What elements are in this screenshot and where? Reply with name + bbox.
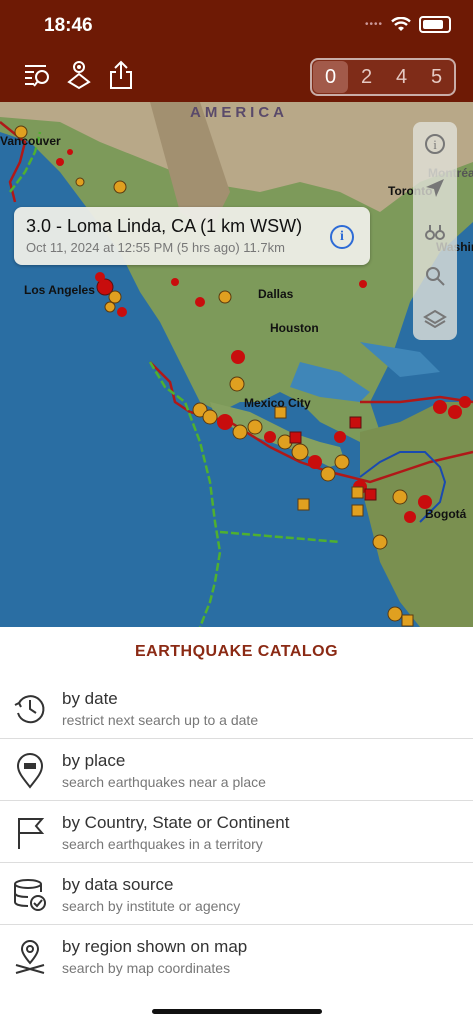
catalog-row-by-date[interactable]: by date restrict next search up to a dat…: [0, 677, 473, 739]
map-location-button[interactable]: [413, 170, 457, 206]
catalog-row-by-data-source[interactable]: by data source search by institute or ag…: [0, 863, 473, 925]
row-title: by region shown on map: [62, 937, 248, 956]
map-search-button[interactable]: [413, 258, 457, 294]
map-terrain: [0, 102, 473, 627]
binoculars-icon: [425, 225, 445, 240]
locator-icon[interactable]: [64, 60, 94, 90]
status-time: 18:46: [44, 15, 93, 36]
signal-icon: ••••: [364, 19, 383, 30]
top-bar: 18:46 •••• 0 2 4 5: [0, 0, 473, 102]
earthquake-callout[interactable]: 3.0 - Loma Linda, CA (1 km WSW) Oct 11, …: [14, 207, 370, 265]
city-dallas: Dallas: [258, 287, 294, 301]
map-layers-button[interactable]: [413, 302, 457, 338]
city-mexico-city: Mexico City: [244, 396, 311, 410]
catalog-row-by-territory[interactable]: by Country, State or Continent search ea…: [0, 801, 473, 863]
catalog-title: EARTHQUAKE CATALOG: [134, 643, 339, 660]
catalog-row-by-region[interactable]: by region shown on map search by map coo…: [0, 925, 473, 987]
magnitude-option-0[interactable]: 0: [313, 61, 348, 93]
info-icon: i: [425, 134, 445, 154]
city-houston: Houston: [270, 321, 319, 335]
row-title: by date: [62, 689, 118, 708]
row-subtitle: search by map coordinates: [62, 960, 231, 976]
map-pin-icon: [16, 753, 44, 789]
database-check-icon: [14, 879, 46, 911]
home-indicator[interactable]: [152, 1009, 322, 1014]
city-vancouver: Vancouver: [0, 134, 61, 148]
magnitude-filter[interactable]: 0 2 4 5: [310, 58, 456, 96]
row-title: by data source: [62, 875, 174, 894]
battery-icon: [419, 16, 451, 33]
map-binoculars-button[interactable]: [413, 214, 457, 250]
region-pin-icon: [15, 940, 45, 974]
row-title: by Country, State or Continent: [62, 813, 290, 832]
earthquake-map[interactable]: AMERICA Vancouver Toronto Montréal Washi…: [0, 102, 473, 627]
city-los-angeles: Los Angeles: [24, 283, 95, 297]
city-bogota: Bogotá: [425, 507, 467, 521]
map-region-label: AMERICA: [190, 104, 288, 121]
row-subtitle: search by institute or agency: [62, 898, 241, 914]
magnitude-option-2[interactable]: 2: [349, 60, 384, 94]
callout-title: 3.0 - Loma Linda, CA (1 km WSW): [26, 216, 303, 236]
info-icon[interactable]: i: [330, 225, 354, 249]
row-subtitle: search earthquakes near a place: [62, 774, 266, 790]
list-search-icon[interactable]: [24, 60, 52, 90]
search-icon: [426, 267, 445, 286]
layers-icon: [423, 309, 447, 329]
row-subtitle: restrict next search up to a date: [62, 712, 259, 728]
wifi-icon: [391, 17, 411, 31]
catalog-header: EARTHQUAKE CATALOG: [0, 627, 473, 679]
share-icon[interactable]: [108, 60, 134, 90]
location-arrow-icon: [426, 179, 444, 197]
status-icons: ••••: [365, 16, 451, 33]
callout-subtitle: Oct 11, 2024 at 12:55 PM (5 hrs ago) 11.…: [26, 240, 285, 255]
svg-text:i: i: [433, 137, 437, 152]
magnitude-option-5[interactable]: 5: [419, 60, 454, 94]
row-title: by place: [62, 751, 126, 770]
map-controls: i: [413, 122, 457, 340]
flag-icon: [18, 818, 45, 849]
map-info-button[interactable]: i: [413, 126, 457, 162]
row-subtitle: search earthquakes in a territory: [62, 836, 263, 852]
magnitude-option-4[interactable]: 4: [384, 60, 419, 94]
catalog-row-by-place[interactable]: by place search earthquakes near a place: [0, 739, 473, 801]
clock-history-icon: [14, 695, 45, 724]
